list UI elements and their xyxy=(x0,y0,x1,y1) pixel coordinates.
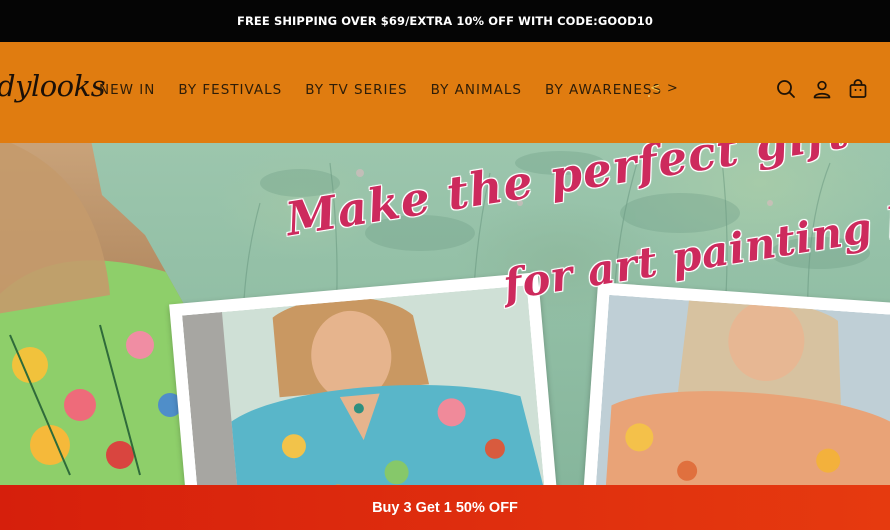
model-photo-center xyxy=(182,285,545,485)
nav-prev-arrow[interactable]: < xyxy=(650,81,661,96)
nav-by-animals[interactable]: BY ANIMALS xyxy=(431,82,522,98)
main-nav: NEW IN BY FESTIVALS BY TV SERIES BY ANIM… xyxy=(99,82,685,98)
product-photo-frame-2 xyxy=(582,282,890,485)
search-icon[interactable] xyxy=(775,78,797,100)
promo-bar[interactable]: Buy 3 Get 1 50% OFF xyxy=(0,485,890,530)
announcement-text: FREE SHIPPING OVER $69/EXTRA 10% OFF WIT… xyxy=(237,14,653,28)
nav-next-arrow[interactable]: > xyxy=(667,81,678,96)
logo[interactable]: dylooks xyxy=(0,69,106,103)
nav-by-awareness[interactable]: BY AWARENESS xyxy=(545,82,662,98)
announcement-bar: FREE SHIPPING OVER $69/EXTRA 10% OFF WIT… xyxy=(0,0,890,42)
cart-icon[interactable] xyxy=(847,78,869,100)
product-photo-frame-1 xyxy=(169,272,557,485)
promo-text: Buy 3 Get 1 50% OFF xyxy=(372,499,518,516)
nav-by-festivals[interactable]: BY FESTIVALS xyxy=(178,82,282,98)
header-icons xyxy=(775,78,883,100)
nav-by-tv-series[interactable]: BY TV SERIES xyxy=(305,82,407,98)
site-header: dylooks NEW IN BY FESTIVALS BY TV SERIES… xyxy=(0,42,890,143)
model-photo-right xyxy=(594,294,890,485)
account-icon[interactable] xyxy=(811,78,833,100)
hero-banner[interactable]: Make the perfect gift for art painting l… xyxy=(0,143,890,485)
nav-new-in[interactable]: NEW IN xyxy=(99,82,155,98)
nav-scroll-arrows: < > xyxy=(650,81,678,96)
